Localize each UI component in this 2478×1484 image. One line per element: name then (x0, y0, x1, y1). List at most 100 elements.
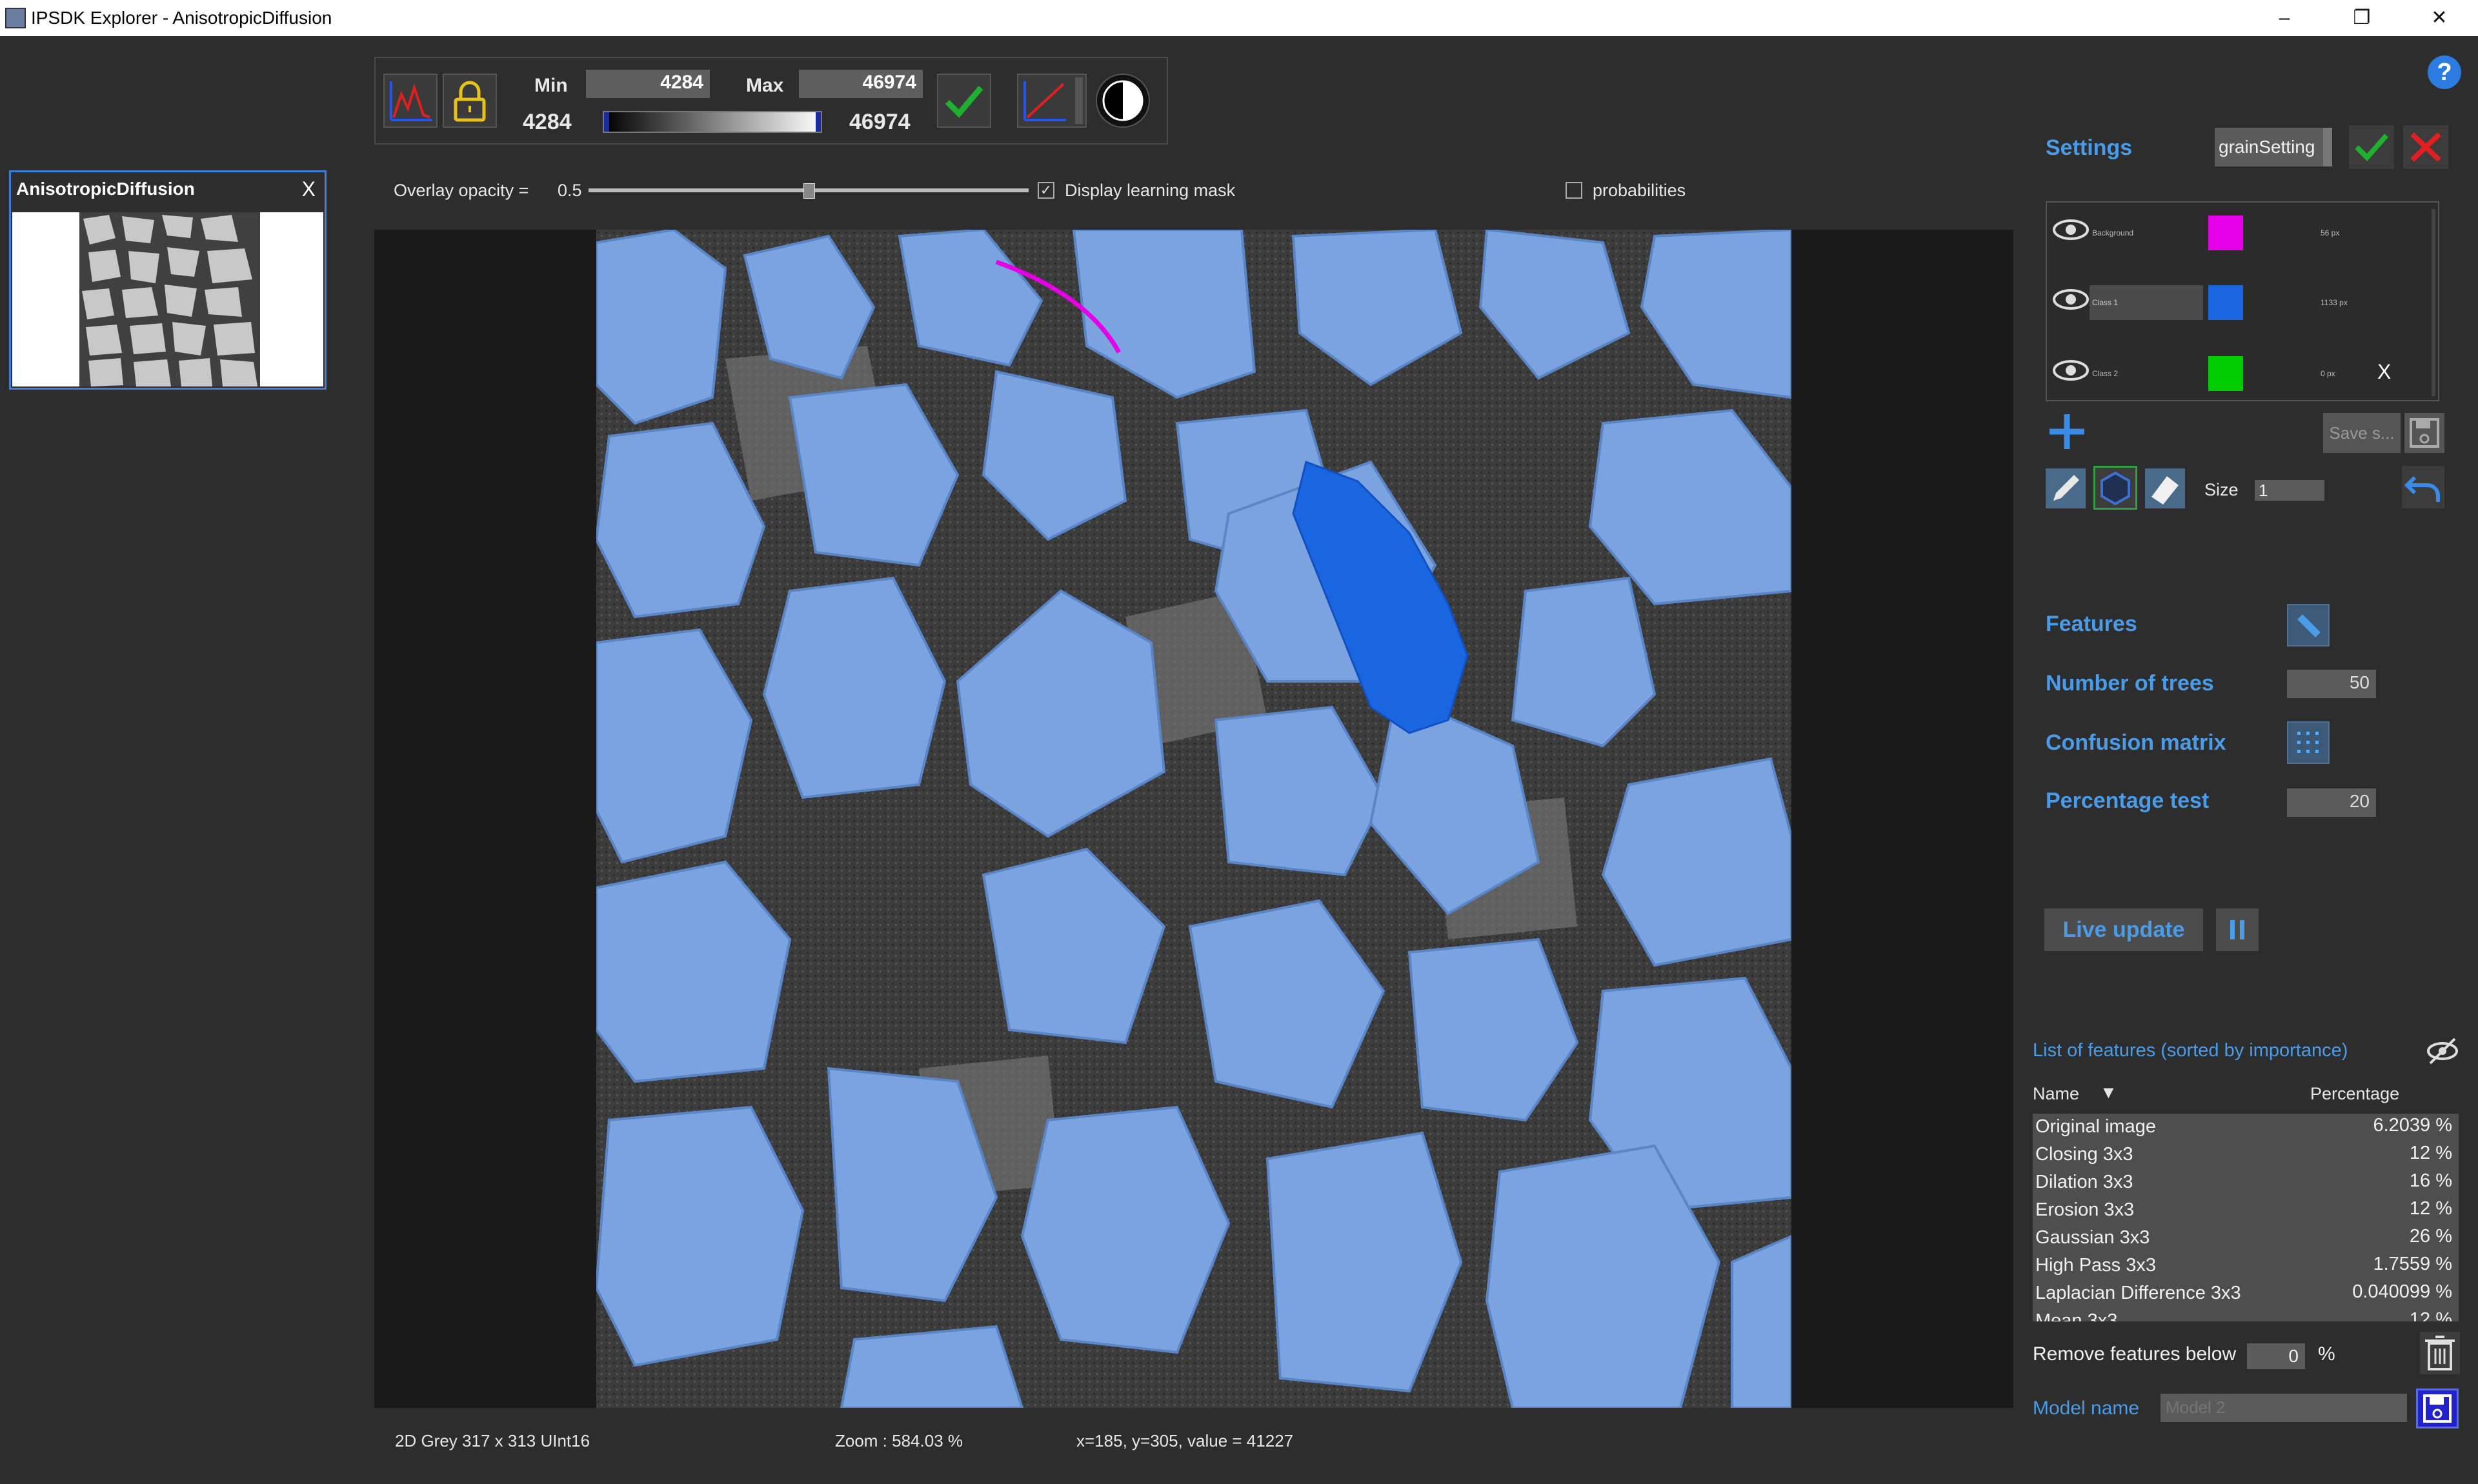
features-title: Features (2046, 612, 2137, 636)
range-gradient-slider[interactable] (603, 111, 822, 133)
display-learning-mask-checkbox[interactable]: ✓ (1038, 182, 1054, 199)
model-name-field[interactable] (2161, 1394, 2407, 1422)
apply-settings-button[interactable] (2349, 125, 2394, 169)
check-icon (945, 86, 983, 118)
help-icon[interactable]: ? (2428, 55, 2461, 89)
table-row[interactable]: Mean 3x3 12 % (2033, 1308, 2459, 1321)
add-class-button[interactable] (2046, 410, 2088, 453)
table-row[interactable]: Dilation 3x3 16 % (2033, 1169, 2459, 1197)
minimize-button[interactable]: – (2265, 4, 2304, 32)
eye-icon[interactable] (2052, 286, 2090, 312)
app-icon (5, 8, 26, 28)
overlay-opacity-label: Overlay opacity = (394, 181, 529, 200)
model-name-input[interactable] (2164, 1394, 2407, 1421)
save-settings-button[interactable]: Save s... (2323, 413, 2401, 453)
brush-size-value: 1 (2259, 481, 2268, 500)
title-bar: IPSDK Explorer - AnisotropicDiffusion – … (0, 0, 2478, 36)
close-window-button[interactable]: ✕ (2420, 4, 2459, 32)
settings-title: Settings (2046, 135, 2133, 160)
polygon-tool-button[interactable] (2093, 466, 2137, 510)
settings-preset-dropdown[interactable]: grainSetting (2215, 128, 2332, 166)
remove-class-button[interactable]: X (2377, 360, 2391, 384)
lut-dropdown[interactable] (1017, 74, 1087, 128)
trees-field[interactable]: 50 (2287, 670, 2376, 698)
feature-name: Closing 3x3 (2035, 1144, 2133, 1165)
eraser-tool-button[interactable] (2144, 467, 2186, 510)
window-title: IPSDK Explorer - AnisotropicDiffusion (31, 8, 332, 28)
class-row-background[interactable]: Background 56 px (2047, 203, 2434, 267)
feature-percent-header[interactable]: Percentage (2310, 1084, 2399, 1104)
class-name[interactable]: Background (2092, 228, 2133, 237)
histogram-icon (390, 81, 432, 121)
confusion-matrix-button[interactable] (2287, 721, 2330, 764)
table-row[interactable]: Gaussian 3x3 26 % (2033, 1225, 2459, 1252)
class-color-swatch[interactable] (2208, 216, 2243, 250)
live-update-button[interactable]: Live update (2044, 908, 2203, 951)
percentage-test-field[interactable]: 20 (2287, 788, 2376, 817)
feature-table[interactable]: Original image 6.2039 % Closing 3x3 12 % D… (2033, 1114, 2459, 1321)
close-icon (2410, 132, 2441, 162)
max-field[interactable]: 46974 (799, 70, 923, 98)
class-pixel-count: 56 px (2321, 228, 2340, 237)
feature-percent: 16 % (2409, 1170, 2452, 1191)
class-name-field[interactable]: Class 1 (2090, 285, 2203, 320)
thumbnail-close-button[interactable]: X (302, 177, 316, 201)
chevron-down-icon (2323, 128, 2332, 166)
features-edit-button[interactable] (2287, 604, 2330, 647)
lock-button[interactable] (443, 74, 497, 128)
overlay-opacity-handle[interactable] (803, 183, 815, 199)
eye-icon[interactable] (2052, 217, 2090, 243)
trees-label: Number of trees (2046, 671, 2214, 696)
floppy-disk-icon (2423, 1394, 2452, 1423)
class-name[interactable]: Class 2 (2092, 369, 2118, 378)
min-display: 4284 (523, 110, 572, 134)
class-color-swatch[interactable] (2208, 285, 2243, 320)
hexagon-icon (2100, 471, 2130, 506)
undo-button[interactable] (2402, 466, 2444, 508)
eraser-icon (2145, 468, 2185, 508)
apply-range-button[interactable] (937, 74, 991, 128)
eye-icon[interactable] (2052, 357, 2090, 383)
feature-percent: 6.2039 % (2373, 1115, 2452, 1136)
save-model-button[interactable] (2416, 1389, 2459, 1429)
remove-features-button[interactable] (2420, 1332, 2460, 1374)
brush-size-spinbox[interactable]: 1 (2255, 480, 2324, 501)
feature-percent: 12 % (2409, 1309, 2452, 1321)
ruler-pencil-icon (2297, 614, 2321, 637)
max-label: Max (746, 75, 784, 96)
table-row[interactable]: Erosion 3x3 12 % (2033, 1197, 2459, 1225)
table-row[interactable]: Closing 3x3 12 % (2033, 1141, 2459, 1169)
segmentation-image[interactable] (596, 230, 1791, 1408)
min-handle[interactable] (604, 112, 609, 132)
cursor-readout: x=185, y=305, value = 41227 (1076, 1431, 1294, 1450)
remove-threshold-field[interactable]: 0 (2247, 1343, 2305, 1369)
histogram-button[interactable] (383, 74, 438, 128)
max-handle[interactable] (816, 112, 821, 132)
overlay-opacity-slider[interactable] (589, 183, 1029, 199)
restore-button[interactable]: ❐ (2342, 4, 2381, 32)
class-row-class1[interactable]: Class 1 1133 px (2047, 272, 2434, 337)
sort-arrow-icon[interactable]: ▼ (2100, 1083, 2117, 1103)
image-thumbnail[interactable]: AnisotropicDiffusion X (9, 170, 327, 390)
feature-name: Mean 3x3 (2035, 1310, 2118, 1321)
eye-slash-icon (2427, 1038, 2458, 1065)
table-row[interactable]: Laplacian Difference 3x3 0.040099 % (2033, 1280, 2459, 1308)
class-row-class2[interactable]: Class 2 0 px X (2047, 343, 2434, 408)
class-color-swatch[interactable] (2208, 356, 2243, 391)
class-list-scrollbar[interactable] (2432, 209, 2435, 396)
class-list: Background 56 px Class 1 1133 px Class 2… (2046, 201, 2439, 401)
table-row[interactable]: Original image 6.2039 % (2033, 1114, 2459, 1141)
pencil-tool-button[interactable] (2044, 467, 2087, 513)
pause-button[interactable] (2216, 908, 2259, 951)
cancel-settings-button[interactable] (2403, 125, 2448, 169)
thumbnail-image (12, 212, 323, 386)
feature-name: Original image (2035, 1116, 2156, 1137)
feature-name-header[interactable]: Name (2033, 1084, 2079, 1104)
feature-percent: 12 % (2409, 1198, 2452, 1219)
hide-features-toggle[interactable] (2425, 1035, 2460, 1067)
table-row[interactable]: High Pass 3x3 1.7559 % (2033, 1252, 2459, 1280)
min-field[interactable]: 4284 (586, 70, 710, 98)
invert-contrast-button[interactable] (1096, 74, 1150, 128)
save-disk-button[interactable] (2404, 413, 2444, 453)
probabilities-checkbox[interactable] (1566, 182, 1582, 199)
